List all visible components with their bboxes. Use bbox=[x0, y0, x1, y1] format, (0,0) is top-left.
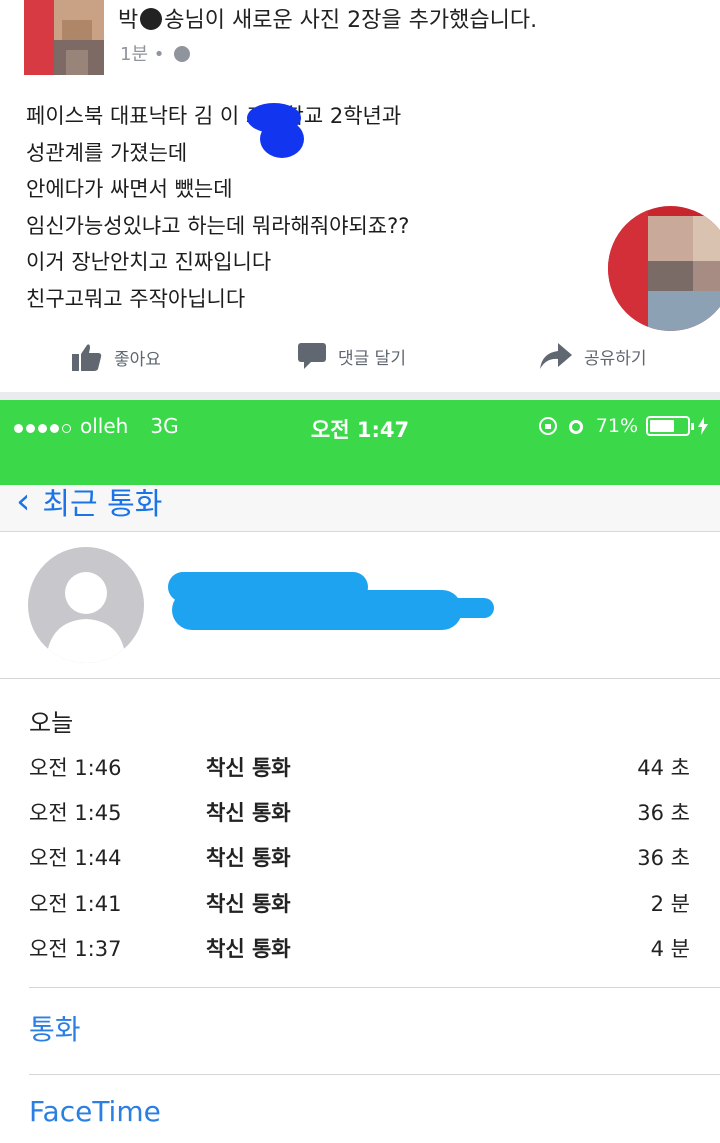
author-avatar[interactable] bbox=[24, 0, 104, 75]
divider bbox=[29, 987, 720, 988]
share-button[interactable]: 공유하기 bbox=[540, 343, 647, 369]
post-body: 페이스북 대표낙타 김 이 고등학교 2학년과 성관계를 가졌는데 안에다가 싸… bbox=[26, 98, 606, 317]
comment-label: 댓글 달기 bbox=[338, 348, 406, 369]
status-right: 71% bbox=[538, 415, 708, 437]
alarm-icon bbox=[568, 420, 583, 434]
commenter-avatar[interactable] bbox=[608, 206, 720, 331]
post-meta: 1분 • bbox=[120, 40, 191, 66]
person-silhouette-icon bbox=[46, 572, 126, 663]
battery-percent: 71% bbox=[595, 415, 638, 437]
thumbs-up-icon bbox=[72, 344, 102, 371]
screenshot-divider bbox=[0, 392, 720, 400]
post-line: 친구고뭐고 주작아닙니다 bbox=[26, 286, 246, 311]
back-label: 최근 통화 bbox=[42, 487, 163, 522]
name-redaction-scribble bbox=[430, 598, 494, 618]
call-duration: 4 분 bbox=[650, 937, 690, 961]
author-name[interactable]: 박송 bbox=[118, 8, 185, 33]
divider bbox=[29, 1074, 720, 1075]
call-time: 오전 1:37 bbox=[29, 937, 122, 961]
call-duration: 36 초 bbox=[637, 801, 690, 825]
call-row: 오전 1:44 착신 통화 36 초 bbox=[0, 833, 720, 879]
post-action-bar: 좋아요 댓글 달기 공유하기 bbox=[0, 335, 720, 385]
contact-avatar bbox=[28, 547, 144, 663]
share-label: 공유하기 bbox=[584, 348, 647, 369]
rotation-lock-icon bbox=[538, 417, 557, 435]
post-line: 이거 장난안치고 진짜입니다 bbox=[26, 250, 272, 274]
post-line: 페이스북 대표낙타 김 이 고등학교 2학년과 bbox=[26, 104, 402, 128]
share-icon bbox=[540, 343, 572, 369]
post-header: 박 송님이 새로운 사진 2장을 추가했습니다. bbox=[118, 2, 537, 34]
facebook-post: 박 송님이 새로운 사진 2장을 추가했습니다. 1분 • 페이스북 대표낙타 김… bbox=[0, 0, 720, 393]
call-row: 오전 1:45 착신 통화 36 초 bbox=[0, 788, 720, 834]
call-type: 착신 통화 bbox=[206, 937, 291, 961]
charging-icon bbox=[698, 417, 708, 435]
post-time[interactable]: 1분 bbox=[120, 44, 148, 65]
call-type: 착신 통화 bbox=[206, 892, 291, 916]
back-button[interactable]: ‹ 최근 통화 bbox=[16, 485, 162, 523]
redaction-mark bbox=[140, 8, 163, 30]
facetime-link[interactable]: FaceTime bbox=[29, 1095, 161, 1128]
call-section-title: 오늘 bbox=[29, 709, 74, 737]
globe-icon bbox=[174, 46, 191, 62]
post-line: 안에다가 싸면서 뺐는데 bbox=[26, 177, 233, 201]
post-line: 성관계를 가졌는데 bbox=[26, 140, 188, 165]
comment-icon bbox=[298, 343, 326, 369]
meta-separator: • bbox=[153, 44, 165, 65]
status-bar: olleh 3G 오전 1:47 71% bbox=[0, 400, 720, 485]
call-row: 오전 1:46 착신 통화 44 초 bbox=[0, 743, 720, 789]
comment-button[interactable]: 댓글 달기 bbox=[298, 343, 406, 369]
contact-header bbox=[0, 532, 720, 679]
call-type: 착신 통화 bbox=[206, 801, 291, 825]
call-time: 오전 1:41 bbox=[29, 892, 122, 916]
nav-bar: ‹ 최근 통화 bbox=[0, 485, 720, 532]
call-row: 오전 1:37 착신 통화 4 분 bbox=[0, 924, 720, 970]
battery-icon bbox=[646, 416, 690, 436]
call-row: 오전 1:41 착신 통화 2 분 bbox=[0, 879, 720, 925]
post-line: 임신가능성있냐고 하는데 뭐라해줘야되죠?? bbox=[26, 213, 410, 238]
name-redaction bbox=[260, 120, 304, 158]
like-button[interactable]: 좋아요 bbox=[72, 343, 161, 371]
call-time: 오전 1:46 bbox=[29, 756, 122, 780]
header-text: 님이 새로운 사진 2장을 추가했습니다. bbox=[184, 8, 538, 33]
call-time: 오전 1:44 bbox=[29, 846, 122, 870]
call-duration: 36 초 bbox=[637, 846, 690, 870]
call-type: 착신 통화 bbox=[206, 756, 291, 780]
like-label: 좋아요 bbox=[114, 349, 161, 370]
call-type: 착신 통화 bbox=[206, 846, 291, 870]
call-time: 오전 1:45 bbox=[29, 801, 122, 825]
call-duration: 2 분 bbox=[650, 892, 690, 916]
chevron-left-icon: ‹ bbox=[16, 485, 31, 522]
call-link[interactable]: 통화 bbox=[29, 1008, 81, 1048]
name-redaction-scribble bbox=[172, 590, 462, 630]
battery-cap bbox=[691, 422, 694, 430]
call-duration: 44 초 bbox=[637, 756, 690, 780]
